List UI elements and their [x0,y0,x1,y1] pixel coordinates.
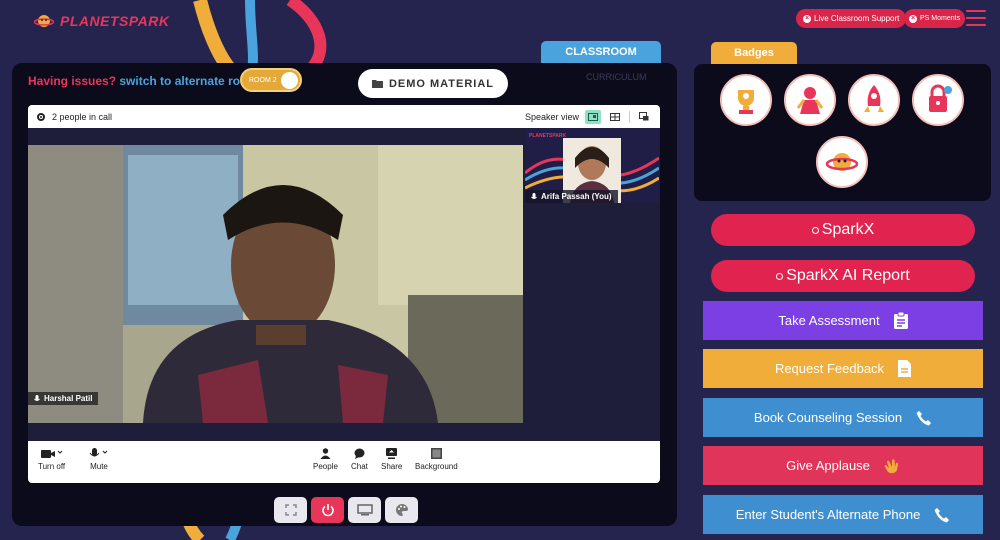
alternate-phone-label: Enter Student's Alternate Phone [735,507,921,522]
document-icon [898,360,912,377]
alternate-room-link[interactable]: switch to alternate room [119,74,258,88]
request-feedback-label: Request Feedback [774,361,885,376]
clipboard-icon [893,312,908,329]
ps-moments-button[interactable]: × PS Moments [904,9,966,28]
background-label: Background [415,462,458,471]
toggle-knob [281,72,298,89]
grid-view-icon[interactable] [607,110,623,124]
demo-material-label: DEMO MATERIAL [388,77,495,90]
room-toggle[interactable]: ROOM 2 [240,68,302,92]
screen-button[interactable] [348,497,381,523]
participant-video-frame [28,145,523,423]
meeting-stage: Harshal Patil PLANETSPARK Arifa Passah (… [28,128,660,441]
sparkx-label: SparkX [821,221,875,238]
thumb-brand: PLANETSPARK [529,133,567,139]
close-circle-icon: × [909,14,917,23]
take-assessment-label: Take Assessment [778,313,880,328]
demo-material-button[interactable]: DEMO MATERIAL [358,69,508,98]
gear-icon[interactable] [36,112,46,122]
menu-hamburger-icon[interactable] [966,10,986,31]
give-applause-label: Give Applause [786,458,870,473]
share-button[interactable]: Share [381,448,402,471]
view-mode-label: Speaker view [524,111,579,122]
share-screen-icon [386,448,398,459]
background-button[interactable]: Background [415,448,458,471]
security-lock-badge-icon[interactable] [912,74,964,126]
meeting-controls: Turn off Mute People Chat Share Backgrou… [28,441,660,483]
sparkx-button[interactable]: SparkX [711,214,975,246]
background-icon [430,448,442,459]
classroom-toolbar [274,497,418,523]
book-counseling-label: Book Counseling Session [753,410,903,425]
video-camera-icon [40,450,62,458]
issues-notice: Having issues? switch to alternate room [28,74,258,88]
superhero-badge-icon[interactable] [784,74,836,126]
close-circle-icon: × [803,14,811,23]
fullscreen-icon [284,504,297,516]
main-participant-name: Harshal Patil [44,394,93,403]
chat-button[interactable]: Chat [351,448,368,471]
chat-label: Chat [351,462,368,471]
sparkx-ai-report-button[interactable]: SparkX AI Report [711,260,975,292]
mute-label: Mute [90,462,108,471]
main-participant-video: Harshal Patil [28,145,523,423]
microphone-icon [89,448,108,457]
folder-icon [371,80,383,88]
speaker-view-icon[interactable] [585,109,601,124]
palette-button[interactable] [385,497,418,523]
logo-text: PLANETSPARK [60,13,170,29]
camera-toggle-button[interactable]: Turn off [38,448,65,471]
self-participant-name: Arifa Passah (You) [541,192,612,201]
people-button[interactable]: People [313,448,338,471]
people-count: 2 people in call [52,111,113,122]
clapping-hands-icon [884,458,898,473]
microphone-icon [531,192,537,199]
tab-classroom[interactable]: CLASSROOM [541,41,661,63]
sparkx-icon [811,226,819,234]
phone-icon [934,507,950,522]
live-support-label: Live Classroom Support [814,14,900,23]
fullscreen-button[interactable] [274,497,307,523]
turn-off-label: Turn off [38,462,66,471]
power-icon [321,504,334,517]
planetspark-logo: PLANETSPARK [34,12,169,30]
book-counseling-button[interactable]: Book Counseling Session [703,398,983,437]
chat-bubble-icon [354,448,365,459]
video-meeting-window: 2 people in call Speaker view Harshal Pa… [28,105,660,483]
request-feedback-button[interactable]: Request Feedback [703,349,983,388]
take-assessment-button[interactable]: Take Assessment [703,301,983,340]
phone-icon [916,410,932,425]
meeting-top-bar: 2 people in call Speaker view [28,105,660,128]
share-label: Share [381,462,403,471]
mute-button[interactable]: Mute [88,448,110,471]
person-icon [320,448,331,459]
popout-icon[interactable] [636,110,652,124]
issues-prefix: Having issues? [28,74,117,88]
live-classroom-support-button[interactable]: × Live Classroom Support [796,9,907,28]
ps-moments-label: PS Moments [920,15,961,22]
tab-curriculum[interactable]: CURRICULUM [586,72,647,82]
sparkx-icon [776,272,784,280]
self-name-tag: Arifa Passah (You) [525,190,618,203]
give-applause-button[interactable]: Give Applause [703,446,983,485]
people-label: People [313,462,338,471]
rocket-badge-icon[interactable] [848,74,900,126]
palette-icon [395,503,408,516]
end-call-button[interactable] [311,497,344,523]
participant-name-tag: Harshal Patil [28,392,99,405]
planet-icon [34,15,54,27]
sparkx-report-label: SparkX AI Report [786,267,910,284]
self-view-thumbnail[interactable]: PLANETSPARK Arifa Passah (You) [525,128,659,203]
trophy-badge-icon[interactable] [720,74,772,126]
alternate-phone-button[interactable]: Enter Student's Alternate Phone [703,495,983,534]
monitor-icon [356,504,373,516]
room-toggle-label: ROOM 2 [249,76,277,84]
badges-panel [694,64,991,201]
badges-tab: Badges [711,42,797,70]
microphone-icon [34,394,40,401]
planet-badge-icon[interactable] [816,136,868,188]
